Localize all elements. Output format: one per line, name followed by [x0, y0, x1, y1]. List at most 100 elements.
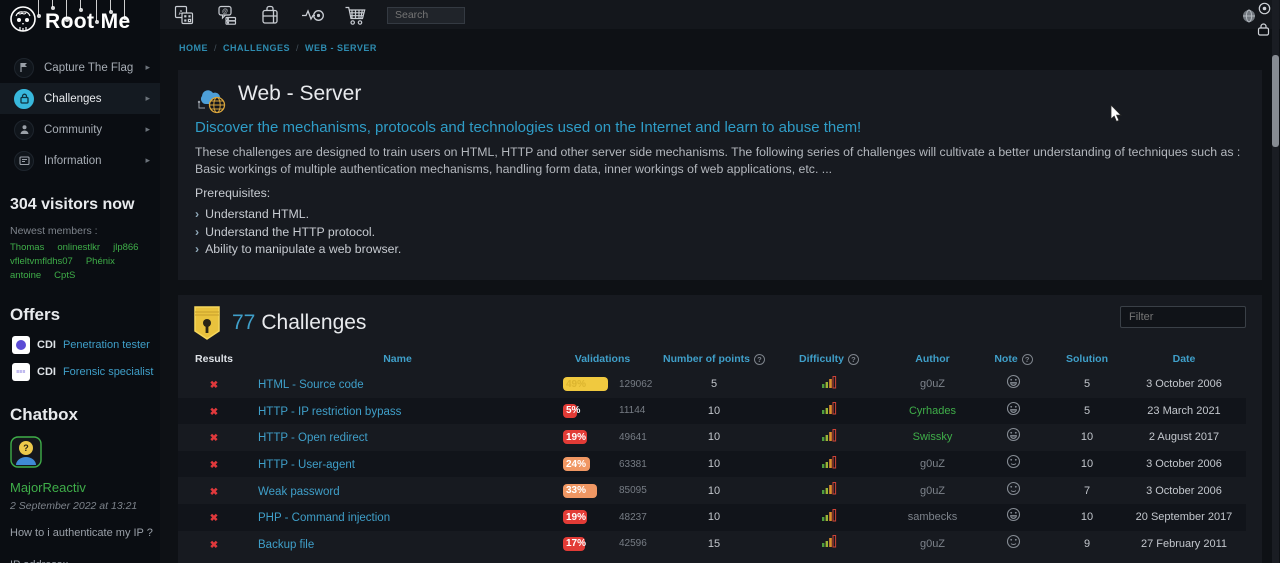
root-me-app: Root Me Capture The Flag ▸ Challenges▸Comm…	[0, 0, 1280, 563]
cart-icon[interactable]	[344, 3, 368, 27]
points-cell: 10	[660, 458, 768, 470]
column-header-difficulty[interactable]: Difficulty?	[768, 353, 890, 365]
help-icon[interactable]: ?	[848, 354, 859, 365]
author-name[interactable]: Cyrhades	[909, 405, 956, 417]
smiley-note-icon	[1006, 481, 1021, 501]
validation-count: 63381	[619, 459, 647, 470]
page-description: These challenges are designed to train u…	[195, 144, 1253, 177]
offer-link[interactable]: Forensic specialist	[63, 366, 153, 378]
main-area: A@ HOME/CHALLENGES/WEB - SERVER Web - Se…	[160, 0, 1280, 563]
column-header-label: Number of points	[663, 353, 750, 365]
difficulty-cell	[768, 428, 890, 447]
note-cell	[975, 534, 1052, 554]
author-cell: Cyrhades	[890, 405, 975, 417]
filter-input[interactable]	[1120, 306, 1246, 328]
challenge-link[interactable]: HTTP - User-agent	[258, 459, 355, 471]
author-cell: sambecks	[890, 511, 975, 523]
table-row: ✖HTTP - Open redirect19%4964110Swissky10…	[178, 424, 1246, 451]
activity-target-icon[interactable]	[301, 3, 325, 27]
chat-username[interactable]: MajorReactiv	[10, 480, 86, 495]
validation-percentage-badge: 49%	[563, 377, 607, 391]
member-link[interactable]: jlp866	[113, 242, 138, 253]
table-row: ✖Weak password33%8509510g0uZ73 October 2…	[178, 477, 1246, 504]
member-link[interactable]: antoine	[10, 270, 41, 281]
validation-percentage-badge: 24%	[563, 457, 607, 471]
column-header-validations[interactable]: Validations	[545, 353, 660, 365]
author-name: g0uZ	[920, 538, 945, 550]
column-header-label: Date	[1173, 353, 1196, 365]
difficulty-cell	[768, 455, 890, 474]
date-cell: 2 August 2017	[1122, 431, 1246, 443]
author-name: g0uZ	[920, 378, 945, 390]
avatar[interactable]: ?	[10, 455, 42, 472]
sidebar-item-community[interactable]: Community▸	[0, 114, 160, 145]
validations-cell: 24% 63381	[545, 457, 660, 471]
sidebar-item-challenges[interactable]: Challenges▸	[0, 83, 160, 114]
table-row: ✖HTTP - IP restriction bypass5%1114410Cy…	[178, 398, 1246, 425]
table-header: ResultsNameValidationsNumber of points?D…	[178, 347, 1246, 371]
table-row: ✖Backup file17%4259615g0uZ927 February 2…	[178, 531, 1246, 558]
lock-icon[interactable]	[1257, 22, 1270, 41]
solution-cell: 10	[1052, 511, 1122, 523]
search	[387, 5, 465, 24]
challenge-link[interactable]: HTML - Source code	[258, 379, 364, 391]
scrollbar-thumb[interactable]	[1272, 55, 1279, 147]
column-header-note[interactable]: Note?	[975, 353, 1052, 365]
smiley-note-icon	[1006, 454, 1021, 474]
target-dot-icon[interactable]	[1258, 2, 1271, 20]
member-link[interactable]: vfleltvmfldhs07	[10, 256, 73, 267]
translate-book-icon[interactable]: A	[172, 3, 196, 27]
challenge-link[interactable]: PHP - Command injection	[258, 512, 390, 524]
breadcrumb-link[interactable]: CHALLENGES	[223, 43, 290, 53]
not-validated-icon: ✖	[210, 407, 218, 418]
help-icon[interactable]: ?	[1022, 354, 1033, 365]
logo[interactable]: Root Me	[0, 0, 160, 44]
challenge-link[interactable]: Backup file	[258, 539, 314, 551]
network-chat-icon[interactable]: @	[215, 3, 239, 27]
breadcrumb-link[interactable]: HOME	[179, 43, 208, 53]
challenge-link[interactable]: HTTP - IP restriction bypass	[258, 406, 401, 418]
person-icon	[14, 120, 34, 140]
help-icon[interactable]: ?	[754, 354, 765, 365]
column-header-solution[interactable]: Solution	[1052, 353, 1122, 365]
challenges-panel: 77Challenges ResultsNameValidationsNumbe…	[178, 295, 1262, 563]
not-validated-icon: ✖	[210, 433, 218, 444]
validation-percentage: 17%	[566, 538, 586, 549]
challenge-link[interactable]: HTTP - Open redirect	[258, 432, 368, 444]
member-link[interactable]: Phénix	[86, 256, 115, 267]
smiley-note-icon	[1006, 507, 1021, 527]
name-cell: HTTP - IP restriction bypass	[250, 402, 545, 420]
column-header-number-of-points[interactable]: Number of points?	[660, 353, 768, 365]
smiley-note-icon	[1006, 534, 1021, 554]
category-intro-panel: Web - Server Discover the mechanisms, pr…	[178, 70, 1262, 280]
column-header-name[interactable]: Name	[250, 353, 545, 365]
name-cell: HTTP - User-agent	[250, 455, 545, 473]
search-input[interactable]	[387, 7, 465, 24]
briefcase-icon[interactable]	[258, 3, 282, 27]
challenge-link[interactable]: Weak password	[258, 486, 340, 498]
column-header-author[interactable]: Author	[890, 353, 975, 365]
date-cell: 27 February 2011	[1122, 538, 1246, 550]
column-header-date[interactable]: Date	[1122, 353, 1246, 365]
member-link[interactable]: onlinestlkr	[57, 242, 100, 253]
member-link[interactable]: CptS	[54, 270, 75, 281]
sidebar-item-label: Capture The Flag	[44, 62, 133, 74]
solution-cell: 5	[1052, 378, 1122, 390]
globe-icon[interactable]	[1242, 9, 1256, 28]
sidebar-item-label: Information	[44, 155, 102, 167]
validation-count: 85095	[619, 485, 647, 496]
member-link[interactable]: Thomas	[10, 242, 44, 253]
not-validated-icon: ✖	[210, 380, 218, 391]
sidebar-item-capture-the-flag[interactable]: Capture The Flag ▸	[0, 52, 160, 83]
not-validated-icon: ✖	[210, 487, 218, 498]
offer-link[interactable]: Penetration tester	[63, 339, 150, 351]
result-cell: ✖	[178, 428, 250, 446]
breadcrumb-link[interactable]: WEB - SERVER	[305, 43, 377, 53]
chevron-right-icon: ▸	[145, 62, 150, 73]
offer-item: ≡≡≡CDIForensic specialist	[12, 363, 160, 381]
chat-line: IP address::	[10, 559, 160, 563]
validations-cell: 33%85095	[545, 484, 660, 498]
sidebar-item-information[interactable]: Information▸	[0, 145, 160, 176]
column-header-results[interactable]: Results	[178, 353, 250, 365]
author-name[interactable]: Swissky	[913, 431, 953, 443]
